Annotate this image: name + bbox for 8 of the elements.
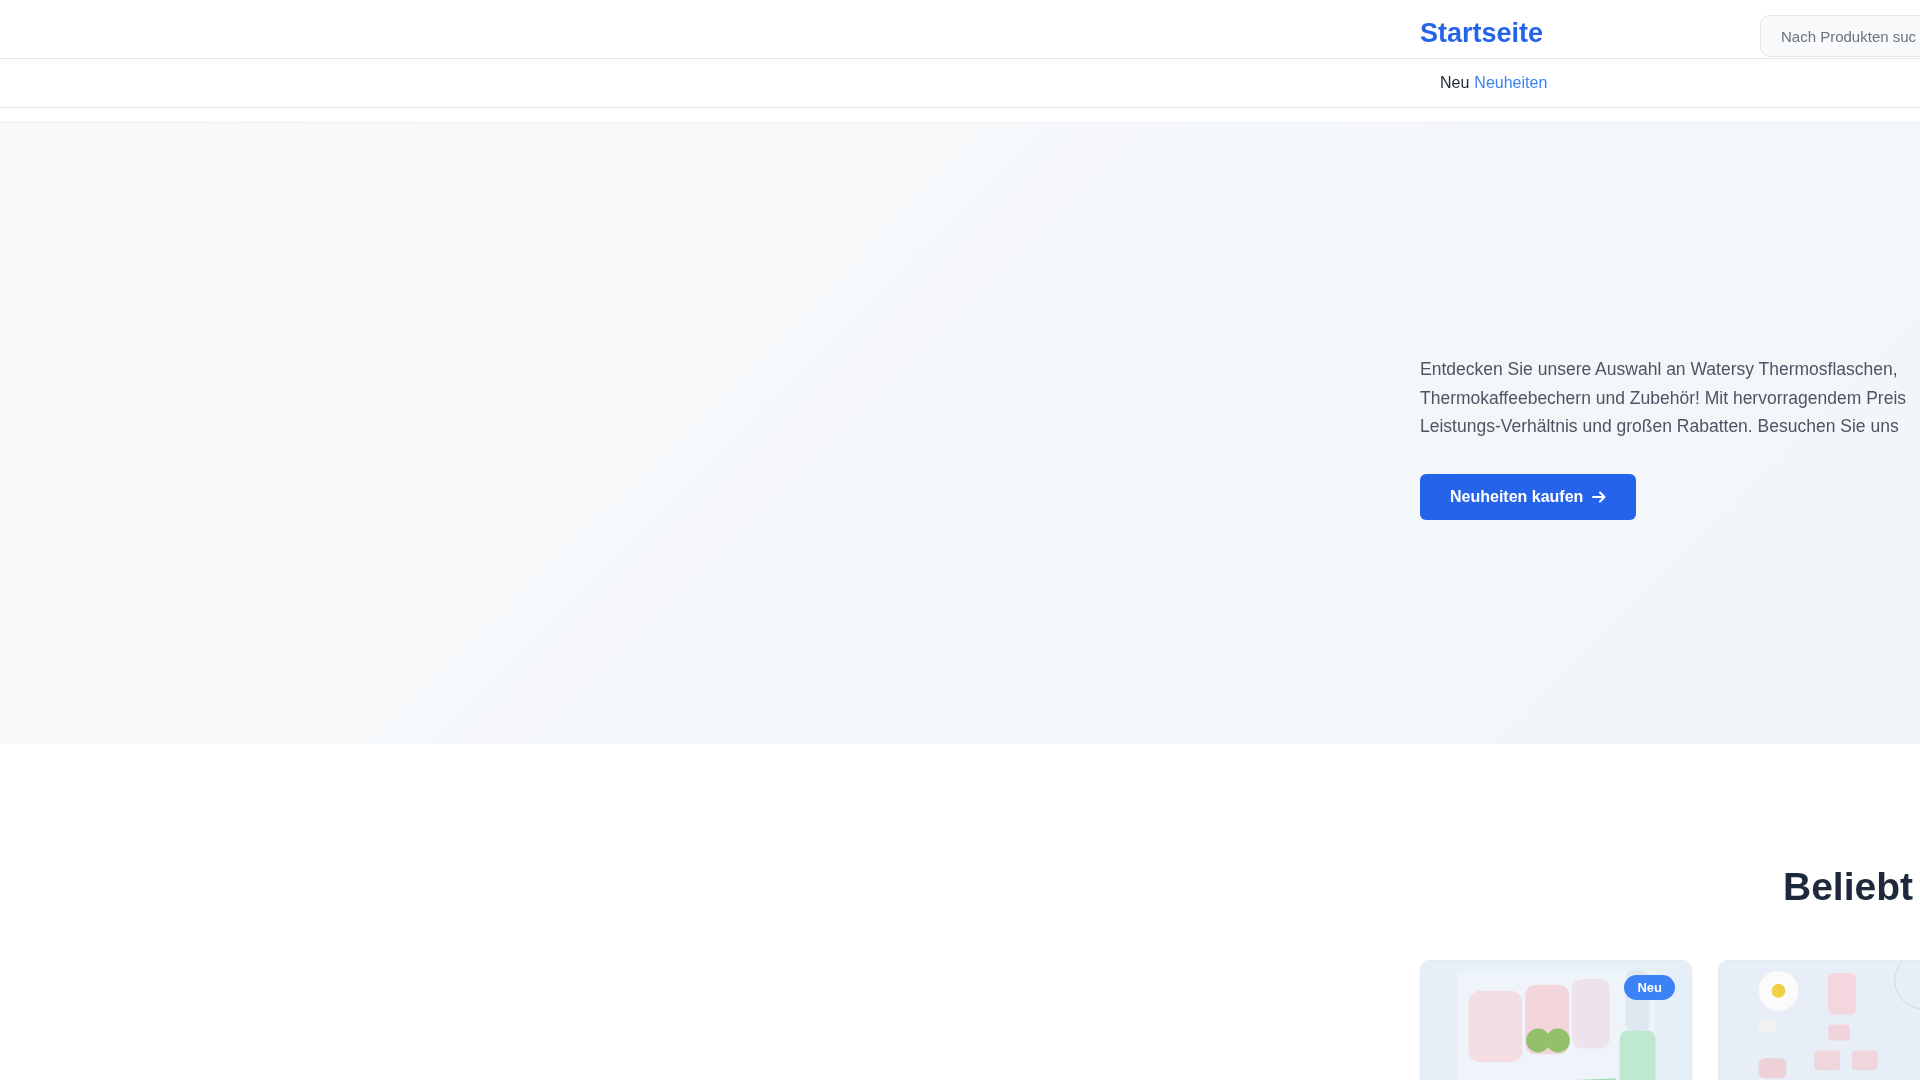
- new-badge: Neu: [1624, 975, 1675, 1000]
- site-logo[interactable]: Startseite: [1420, 18, 1760, 49]
- breadcrumb-current: Neu: [1440, 74, 1470, 92]
- section-heading: Beliebt: [1783, 864, 1915, 910]
- shop-new-button[interactable]: Neuheiten kaufen: [1420, 473, 1637, 520]
- breadcrumb-link[interactable]: Neuheiten: [1474, 74, 1548, 92]
- search-field[interactable]: Nach Produkten suc: [1760, 15, 1920, 57]
- hero-description: Entdecken Sie unsere Auswahl an Watersy Thermosflaschen, Thermokaffeebechern und Zubehör! Mit hervorragendem Preis Leistungs-Verhältnis und großen Rabatten. Besuchen Sie uns: [1420, 358, 1908, 438]
